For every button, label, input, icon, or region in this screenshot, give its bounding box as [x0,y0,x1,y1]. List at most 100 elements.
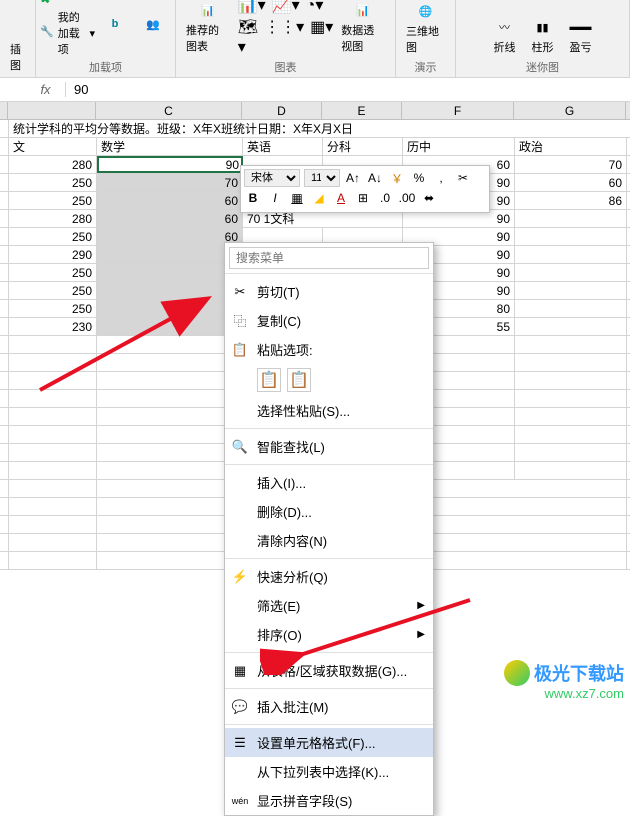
format-painter-icon[interactable]: ✂ [454,169,472,187]
demo-group-label: 演示 [415,59,437,75]
paste-option-1[interactable]: 📋 [257,368,281,392]
decimal-inc-icon[interactable]: .00 [398,189,416,207]
menu-quick-analysis[interactable]: ⚡快速分析(Q) [225,562,433,591]
people-icon: 👥 [141,12,165,36]
menu-copy[interactable]: ⿻复制(C) [225,306,433,335]
table-icon: ▦ [231,662,249,680]
menu-filter[interactable]: 筛选(E)▶ [225,591,433,620]
watermark-logo-icon [504,660,530,686]
line-chart-icon[interactable]: 📈▾ [272,0,300,15]
underline-button[interactable]: ▦ [288,189,306,207]
line-spark-icon: 〰 [493,15,517,39]
fx-label[interactable]: fx [26,82,66,97]
decimal-dec-icon[interactable]: .0 [376,189,394,207]
header-cell[interactable]: 数学 [97,138,243,155]
paste-icon: 📋 [231,341,249,359]
ribbon-group-addon: 🧩 🔧我的加载项▾ b 👥 加载项 [36,0,176,77]
mini-toolbar: 宋体 11 A↑ A↓ ￥ % , ✂ B I ▦ ◢ A ⊞ .0 .00 ⬌ [240,165,490,213]
merge-icon[interactable]: ⬌ [420,189,438,207]
chart-icon: 📊 [196,0,220,22]
title-cell[interactable]: 统计学科的平均分等数据。班级：X年X班统计日期：X年X月X日 [9,120,627,137]
watermark-url: www.xz7.com [504,686,624,701]
charts-group-label: 图表 [275,59,297,75]
map-chart-icon[interactable]: 🗺▾ [238,17,258,57]
ribbon-group-spark: 〰折线 ▮▮柱形 ▬▬盈亏 迷你图 [456,0,630,77]
map3d-button[interactable]: 🌐三维地图 [400,0,451,57]
recommended-charts-button[interactable]: 📊推荐的图表 [180,0,236,56]
pie-chart-icon[interactable]: ◔▾ [306,0,324,15]
copy-icon: ⿻ [231,312,249,330]
cut-icon: ✂ [231,283,249,301]
col-header[interactable] [0,102,8,119]
ribbon-toolbar: 插图 🧩 🔧我的加载项▾ b 👥 加载项 📊推荐的图表 📊▾ 📈▾ ◔▾ 🗺▾⋮⋮▾… [0,0,630,78]
increase-font-icon[interactable]: A↑ [344,169,362,187]
globe-icon: 🌐 [414,0,438,23]
decrease-font-icon[interactable]: A↓ [366,169,384,187]
header-cell[interactable]: 文 [9,138,97,155]
col-header-f[interactable]: F [402,102,514,119]
font-color-icon[interactable]: A [332,189,350,207]
size-select[interactable]: 11 [304,169,340,187]
sparkwin-button[interactable]: ▬▬盈亏 [563,13,599,57]
column-headers: C D E F G [0,102,630,120]
menu-cut[interactable]: ✂剪切(T) [225,277,433,306]
menu-paste-special[interactable]: 选择性粘贴(S)... [225,396,433,425]
fill-color-icon[interactable]: ◢ [310,189,328,207]
context-menu: ✂剪切(T) ⿻复制(C) 📋粘贴选项: 📋 📋 选择性粘贴(S)... 🔍智能… [224,242,434,816]
table-row: 统计学科的平均分等数据。班级：X年X班统计日期：X年X月X日 [0,120,630,138]
col-header-g[interactable]: G [514,102,626,119]
sparkline-button[interactable]: 〰折线 [487,13,523,57]
comma-icon[interactable]: , [432,169,450,187]
col-header[interactable] [8,102,96,119]
menu-insert[interactable]: 插入(I)... [225,468,433,497]
col-header-d[interactable]: D [242,102,322,119]
menu-from-table[interactable]: ▦从表格/区域获取数据(G)... [225,656,433,685]
bar-chart-icon[interactable]: 📊▾ [238,0,266,15]
menu-smart-lookup[interactable]: 🔍智能查找(L) [225,432,433,461]
store-icon: 🧩 [40,0,56,7]
bold-button[interactable]: B [244,189,262,207]
col-header-c[interactable]: C [96,102,242,119]
col-header-e[interactable]: E [322,102,402,119]
menu-dropdown-list[interactable]: 从下拉列表中选择(K)... [225,757,433,786]
header-cell[interactable]: 英语 [243,138,323,155]
sparkcol-button[interactable]: ▮▮柱形 [525,13,561,57]
menu-delete[interactable]: 删除(D)... [225,497,433,526]
menu-paste-options: 📋粘贴选项: [225,335,433,364]
menu-pinyin[interactable]: wén显示拼音字段(S) [225,786,433,815]
myaddons-button[interactable]: 🔧我的加载项▾ [40,9,95,57]
header-cell[interactable]: 分科 [323,138,403,155]
header-cell[interactable]: 政治 [515,138,627,155]
watermark-title: 极光下载站 [534,660,624,686]
spark-group-label: 迷你图 [526,59,559,75]
illustration-button[interactable]: 插图 [4,39,31,75]
scatter-chart-icon[interactable]: ⋮⋮▾ [264,17,304,57]
pivot-chart-button[interactable]: 📊数据透视图 [335,0,391,56]
paste-option-2[interactable]: 📋 [287,368,311,392]
currency-icon[interactable]: ￥ [388,169,406,187]
border-icon[interactable]: ⊞ [354,189,372,207]
people-graph-button[interactable]: 👥 [135,10,171,38]
menu-search-input[interactable] [229,247,429,269]
menu-clear[interactable]: 清除内容(N) [225,526,433,555]
ribbon-group-charts: 📊推荐的图表 📊▾ 📈▾ ◔▾ 🗺▾⋮⋮▾▦▾ 📊数据透视图 图表 [176,0,396,77]
store-button[interactable]: 🧩 [40,0,95,7]
formula-input[interactable] [66,80,630,99]
font-select[interactable]: 宋体 [244,169,300,187]
ribbon-group-demo: 🌐三维地图 演示 [396,0,456,77]
menu-sort[interactable]: 排序(O)▶ [225,620,433,649]
chevron-right-icon: ▶ [417,600,425,611]
header-row: 文 数学 英语 分科 历中 政治 [0,138,630,156]
bing-maps-button[interactable]: b [97,10,133,38]
ribbon-group-illustration: 插图 [0,0,36,77]
lookup-icon: 🔍 [231,438,249,456]
stock-chart-icon[interactable]: ▦▾ [310,17,333,57]
formula-bar: fx [0,78,630,102]
menu-format-cells[interactable]: ☰设置单元格格式(F)... [225,728,433,757]
header-cell[interactable]: 历中 [403,138,515,155]
format-icon: ☰ [231,734,249,752]
addon-icon: 🔧 [40,25,54,41]
percent-icon[interactable]: % [410,169,428,187]
pivot-icon: 📊 [351,0,375,22]
italic-button[interactable]: I [266,189,284,207]
